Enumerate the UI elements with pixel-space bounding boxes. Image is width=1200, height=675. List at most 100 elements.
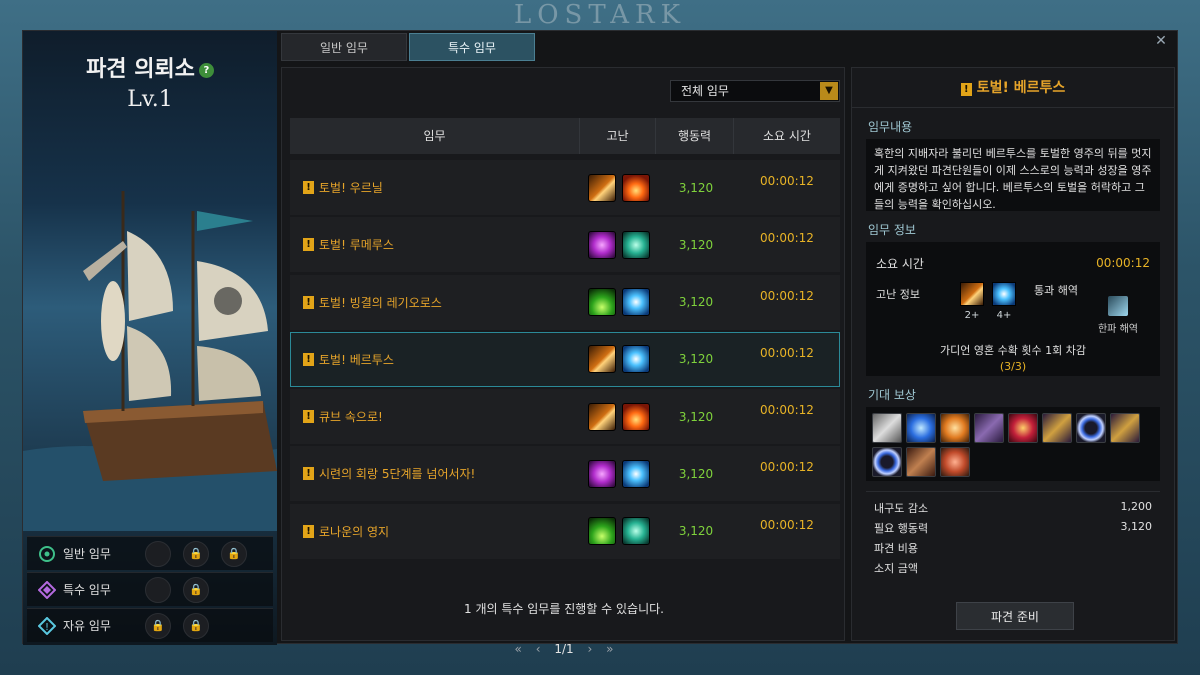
mission-row[interactable]: ! 큐브 속으로! 3,120 00:00:12 xyxy=(290,389,840,445)
ore-icon[interactable] xyxy=(940,447,970,477)
relief-label: 통과 해역 xyxy=(1034,284,1078,297)
gray-stone-icon[interactable] xyxy=(872,413,902,443)
blue-ring-icon[interactable] xyxy=(1076,413,1106,443)
mission-power: 3,120 xyxy=(678,180,714,195)
mission-row[interactable]: ! 토벌! 우르닐 3,120 00:00:12 xyxy=(290,160,840,215)
empty-slot xyxy=(145,576,171,603)
section-info-label: 임무 정보 xyxy=(868,223,916,237)
gold-staff-icon[interactable] xyxy=(1042,413,1072,443)
mission-name: ! 토벌! 빙결의 레기오로스 xyxy=(291,294,581,311)
spike-icon xyxy=(588,517,616,546)
table-header: 임무 고난 행동력 소요 시간 xyxy=(290,118,840,154)
alert-icon: ! xyxy=(303,524,314,538)
page-title: 파견 의뢰소? xyxy=(23,51,277,83)
blue-gem-icon[interactable] xyxy=(906,413,936,443)
filter-value: 전체 임무 xyxy=(681,84,729,98)
mission-name: ! 로나운의 영지 xyxy=(291,523,581,540)
cost-row: 내구도 감소 1,200 xyxy=(866,500,1160,520)
mission-rows: ! 토벌! 우르닐 3,120 00:00:12! 토벌! 루메루스 3,120 00:00… xyxy=(290,160,840,561)
mission-time: 00:00:12 xyxy=(760,288,814,303)
mode-row-free[interactable]: ! 자유 임무 🔒 🔒 xyxy=(27,608,273,642)
alert-icon: ! xyxy=(303,467,314,481)
tab-normal[interactable]: 일반 임무 xyxy=(281,33,407,61)
mission-row[interactable]: ! 토벌! 베르투스 3,120 00:00:12 xyxy=(290,331,840,387)
mission-row[interactable]: ! 토벌! 빙결의 레기오로스 3,120 00:00:12 xyxy=(290,274,840,330)
tab-special[interactable]: 특수 임무 xyxy=(409,33,535,61)
cost-label: 필요 행동력 xyxy=(874,522,929,535)
mission-power: 3,120 xyxy=(678,237,714,252)
mode-label: 자유 임무 xyxy=(63,619,111,633)
mission-filter-dropdown[interactable]: 전체 임무 ▼ xyxy=(670,80,840,102)
ice-icon xyxy=(622,288,650,317)
mission-name: ! 토벌! 우르닐 xyxy=(291,179,581,196)
reward-grid xyxy=(866,407,1160,481)
lock-icon: 🔒 xyxy=(183,612,209,639)
mission-mode-list: 일반 임무 🔒 🔒 특수 임무 🔒 ! 자유 임무 🔒 🔒 xyxy=(27,536,273,644)
lock-icon: 🔒 xyxy=(183,540,209,567)
blade-icon xyxy=(588,173,616,202)
mission-name-text: 토벌! 우르닐 xyxy=(319,181,383,195)
last-page-button[interactable]: » xyxy=(606,642,613,656)
help-icon[interactable]: ? xyxy=(198,62,214,78)
mission-name: ! 토벌! 루메루스 xyxy=(291,236,581,253)
prev-page-button[interactable]: ‹ xyxy=(536,642,541,656)
mission-name-text: 토벌! 루메루스 xyxy=(319,238,394,253)
cost-label: 파견 비용 xyxy=(874,542,918,555)
purple-box-icon[interactable] xyxy=(974,413,1004,443)
mission-power: 3,120 xyxy=(678,352,714,367)
game-logo-banner: LOSTARK xyxy=(513,0,687,30)
section-content-label: 임무내용 xyxy=(868,120,913,134)
mission-tabs: 일반 임무 특수 임무 xyxy=(281,33,537,61)
alert-icon: ! xyxy=(303,295,314,309)
mission-list-panel: 전체 임무 ▼ 임무 고난 행동력 소요 시간 ! 토벌! 우르닐 3,120 00:… xyxy=(281,67,845,656)
fire-icon xyxy=(622,173,650,202)
mission-time: 00:00:12 xyxy=(760,403,814,418)
mission-time: 00:00:12 xyxy=(760,345,814,360)
mission-name-text: 토벌! 빙결의 레기오로스 xyxy=(319,295,442,310)
red-gem-icon[interactable] xyxy=(1008,413,1038,443)
hardship-req: 2+ xyxy=(964,310,980,321)
blade-icon xyxy=(960,282,984,306)
blade-icon xyxy=(588,402,616,431)
gold-staff-icon[interactable] xyxy=(1110,413,1140,443)
alert-icon: ! xyxy=(303,410,314,424)
mission-row[interactable]: ! 시련의 회랑 5단계를 넘어서자! 3,120 00:00:12 xyxy=(290,446,840,502)
level-label: Lv.1 xyxy=(127,87,173,112)
header-hardship: 고난 xyxy=(580,118,656,154)
mode-row-special[interactable]: 특수 임무 🔒 xyxy=(27,572,273,606)
ship-illustration xyxy=(23,191,277,531)
mission-power: 3,120 xyxy=(678,295,714,310)
hardship-icons xyxy=(581,345,657,374)
bonus-text: 가디언 영혼 수확 횟수 1회 차감 xyxy=(940,344,1086,357)
alert-icon: ! xyxy=(303,352,314,366)
hardship-req: 4+ xyxy=(996,310,1012,321)
title-text: 파견 의뢰소 xyxy=(86,57,195,82)
bonus-info: 가디언 영혼 수확 횟수 1회 차감 (3/3) xyxy=(876,343,1150,375)
mission-name: ! 토벌! 베르투스 xyxy=(291,351,581,368)
special-mission-icon xyxy=(37,580,57,600)
card-icon[interactable] xyxy=(906,447,936,477)
mission-notice: 1 개의 특수 임무를 진행할 수 있습니다. xyxy=(464,602,664,616)
lock-icon: 🔒 xyxy=(145,612,171,639)
mission-name-text: 시련의 회랑 5단계를 넘어서자! xyxy=(319,467,476,482)
time-value: 00:00:12 xyxy=(1096,256,1150,270)
free-mission-icon: ! xyxy=(37,616,57,636)
dispatch-button[interactable]: 파견 준비 xyxy=(956,602,1074,630)
close-icon[interactable]: ✕ xyxy=(1153,33,1169,49)
spike-icon xyxy=(588,288,616,317)
mission-row[interactable]: ! 로나운의 영지 3,120 00:00:12 xyxy=(290,503,840,559)
orange-gem-icon[interactable] xyxy=(940,413,970,443)
mission-row[interactable]: ! 토벌! 루메루스 3,120 00:00:12 xyxy=(290,217,840,273)
first-page-button[interactable]: « xyxy=(515,642,522,656)
mode-row-normal[interactable]: 일반 임무 🔒 🔒 xyxy=(27,536,273,570)
purple-icon xyxy=(588,230,616,259)
empty-slot xyxy=(145,540,171,567)
purple-icon xyxy=(588,459,616,488)
blue-ring-icon[interactable] xyxy=(872,447,902,477)
ice-icon xyxy=(622,345,650,374)
time-row: 소요 시간 00:00:12 xyxy=(876,248,1150,278)
hardship-icons xyxy=(581,517,657,546)
hardship-info: 고난 정보 2+ 4+ 통과 해역 한파 해역 xyxy=(876,282,1150,335)
fire-icon xyxy=(622,402,650,431)
next-page-button[interactable]: › xyxy=(587,642,592,656)
